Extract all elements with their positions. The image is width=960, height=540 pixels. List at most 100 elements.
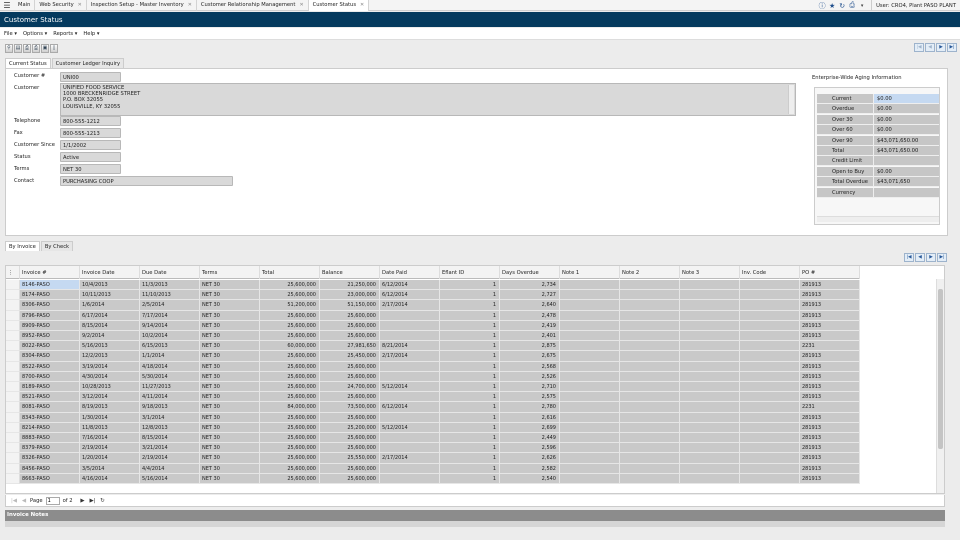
table-row[interactable]: 8214-PASO 11/8/2013 12/8/2013 NET 30 25,600,… — [6, 422, 860, 433]
table-row[interactable]: 8522-PASO 3/19/2014 4/18/2014 NET 30 25,600,… — [6, 361, 860, 372]
page-input[interactable] — [45, 496, 60, 505]
column-header[interactable]: Eflant ID — [440, 266, 500, 279]
print-icon[interactable]: ⎙ — [847, 1, 857, 11]
grid-scrollbar[interactable] — [936, 279, 944, 493]
menu-reports[interactable]: Reports ▾ — [53, 31, 77, 37]
star-icon[interactable]: ★ — [827, 1, 837, 11]
export-icon[interactable]: ▣ — [41, 43, 49, 53]
prev-page-icon[interactable]: ◀ — [20, 497, 28, 505]
column-header[interactable]: Inv. Code — [740, 266, 800, 279]
column-header[interactable]: Invoice Date — [80, 266, 140, 279]
table-row[interactable]: 8663-PASO 4/16/2014 5/16/2014 NET 30 25,600,… — [6, 473, 860, 484]
table-row[interactable]: 8174-PASO 10/11/2013 11/10/2013 NET 30 25,60… — [6, 290, 860, 301]
column-header[interactable]: Invoice # — [20, 266, 80, 279]
first-record-icon[interactable]: |◀ — [914, 43, 924, 52]
aging-row[interactable]: Total $43,071,650.00 — [817, 146, 939, 156]
table-row[interactable]: 8909-PASO 8/15/2014 9/14/2014 NET 30 25,600,… — [6, 320, 860, 331]
aging-row[interactable]: Over 30 $0.00 — [817, 114, 939, 125]
table-row[interactable]: 8326-PASO 1/20/2014 2/19/2014 NET 30 25,600,… — [6, 453, 860, 464]
telephone-field[interactable]: 800-555-1212 — [60, 116, 121, 126]
table-row[interactable]: 8304-PASO 12/2/2013 1/1/2014 NET 30 25,600,0… — [6, 351, 860, 362]
last-page-icon[interactable]: ▶| — [89, 497, 97, 505]
aging-row[interactable]: Credit Limit — [817, 156, 939, 167]
table-row[interactable]: 8022-PASO 5/16/2013 6/15/2013 NET 30 60,000,… — [6, 341, 860, 352]
top-tab-main[interactable]: Main — [14, 0, 36, 11]
table-row[interactable]: 8306-PASO 1/6/2014 2/5/2014 NET 30 51,200,00… — [6, 300, 860, 311]
tab-by-check[interactable]: By Check — [40, 241, 74, 251]
print-preview-icon[interactable]: ⎙ — [32, 43, 40, 53]
table-row[interactable]: 8343-PASO 1/30/2014 3/1/2014 NET 30 25,600,0… — [6, 412, 860, 423]
tab-current-status[interactable]: Current Status — [5, 58, 51, 68]
close-icon[interactable]: ✕ — [78, 2, 82, 8]
last-record-icon[interactable]: ▶| — [947, 43, 957, 52]
terms-field[interactable]: NET 30 — [60, 164, 121, 174]
customer-since-field[interactable]: 1/1/2002 — [60, 140, 121, 150]
refresh-icon[interactable]: ↻ — [99, 497, 107, 505]
aging-row[interactable]: Currency — [817, 187, 939, 198]
column-header[interactable]: Date Paid — [380, 266, 440, 279]
column-header[interactable]: Note 1 — [560, 266, 620, 279]
scroll-thumb[interactable] — [938, 289, 943, 449]
next-page-icon[interactable]: ▶ — [926, 253, 936, 262]
table-row[interactable]: 8456-PASO 3/5/2014 4/4/2014 NET 30 25,600,00… — [6, 463, 860, 474]
refresh-icon[interactable]: ↻ — [837, 1, 847, 11]
print-icon[interactable]: ⎙ — [23, 43, 31, 53]
first-page-icon[interactable]: |◀ — [904, 253, 914, 262]
menu-help[interactable]: Help ▾ — [83, 31, 99, 37]
tab-by-invoice[interactable]: By Invoice — [5, 241, 40, 251]
column-header[interactable]: Total — [260, 266, 320, 279]
close-icon[interactable]: ✕ — [188, 2, 192, 8]
column-header[interactable]: Note 2 — [620, 266, 680, 279]
contact-field[interactable]: PURCHASING COOP — [60, 176, 233, 186]
close-icon[interactable]: ✕ — [360, 2, 364, 8]
prev-page-icon[interactable]: ◀ — [915, 253, 925, 262]
chevron-down-icon[interactable]: ▾ — [857, 1, 867, 11]
menu-file[interactable]: File ▾ — [4, 31, 17, 37]
save-icon[interactable]: ▤ — [14, 43, 22, 53]
fax-field[interactable]: 800-555-1213 — [60, 128, 121, 138]
table-row[interactable]: 8521-PASO 3/12/2014 4/11/2014 NET 30 25,600,… — [6, 392, 860, 403]
table-row[interactable]: 8189-PASO 10/28/2013 11/27/2013 NET 30 25,60… — [6, 382, 860, 393]
document-icon[interactable]: ▯ — [50, 43, 58, 53]
menu-options[interactable]: Options ▾ — [23, 31, 47, 37]
close-icon[interactable]: ✕ — [299, 2, 303, 8]
last-page-icon[interactable]: ▶| — [937, 253, 947, 262]
table-row[interactable]: 8883-PASO 7/16/2014 8/15/2014 NET 30 25,600,… — [6, 433, 860, 444]
hamburger-menu-icon[interactable]: ☰ — [0, 0, 14, 11]
column-menu-icon[interactable]: ⋮ — [6, 266, 20, 279]
column-header[interactable]: Terms — [200, 266, 260, 279]
table-row[interactable]: 8146-PASO 10/4/2013 11/3/2013 NET 30 25,600,… — [6, 280, 860, 291]
top-tab-crm[interactable]: Customer Relationship Management ✕ — [197, 0, 309, 11]
table-row[interactable]: 8796-PASO 6/17/2014 7/17/2014 NET 30 25,600,… — [6, 310, 860, 321]
top-tab-customer-status[interactable]: Customer Status ✕ — [308, 0, 370, 11]
table-row[interactable]: 8379-PASO 2/19/2014 3/21/2014 NET 30 25,600,… — [6, 443, 860, 454]
aging-row[interactable]: Over 90 $43,071,650.00 — [817, 135, 939, 146]
next-record-icon[interactable]: ▶ — [936, 43, 946, 52]
table-row[interactable]: 8952-PASO 9/2/2014 10/2/2014 NET 30 25,600,0… — [6, 331, 860, 342]
customer-address-field[interactable]: UNIFIED FOOD SERVICE 1000 BRECKENRIDGE S… — [60, 83, 796, 116]
column-header[interactable]: Balance — [320, 266, 380, 279]
address-scrollbar[interactable] — [788, 85, 794, 114]
table-row[interactable]: 8081-PASO 8/19/2013 9/18/2013 NET 30 84,000,… — [6, 402, 860, 413]
aging-row[interactable]: Over 60 $0.00 — [817, 125, 939, 136]
info-icon[interactable]: ⓘ — [817, 1, 827, 11]
aging-scrollbar[interactable] — [817, 216, 939, 222]
column-header[interactable]: Days Overdue — [500, 266, 560, 279]
aging-row[interactable]: Current $0.00 — [817, 94, 939, 104]
aging-row[interactable]: Total Overdue $43,071,650 — [817, 177, 939, 188]
customer-no-field[interactable]: UNI00 — [60, 72, 121, 82]
next-page-icon[interactable]: ▶ — [79, 497, 87, 505]
tab-customer-ledger[interactable]: Customer Ledger Inquiry — [51, 58, 125, 68]
column-header[interactable]: Due Date — [140, 266, 200, 279]
column-header[interactable]: Note 3 — [680, 266, 740, 279]
first-page-icon[interactable]: |◀ — [10, 497, 18, 505]
binoculars-icon[interactable]: ⚲ — [5, 43, 13, 53]
prev-record-icon[interactable]: ◀ — [925, 43, 935, 52]
top-tab-web-security[interactable]: Web Security ✕ — [35, 0, 87, 11]
table-row[interactable]: 8700-PASO 4/30/2014 5/30/2014 NET 30 25,600,… — [6, 371, 860, 382]
aging-row[interactable]: Overdue $0.00 — [817, 104, 939, 115]
column-header[interactable]: PO # — [800, 266, 860, 279]
status-field[interactable]: Active — [60, 152, 121, 162]
aging-row[interactable]: Open to Buy $0.00 — [817, 166, 939, 177]
top-tab-inspection-setup[interactable]: Inspection Setup - Master Inventory ✕ — [87, 0, 197, 11]
